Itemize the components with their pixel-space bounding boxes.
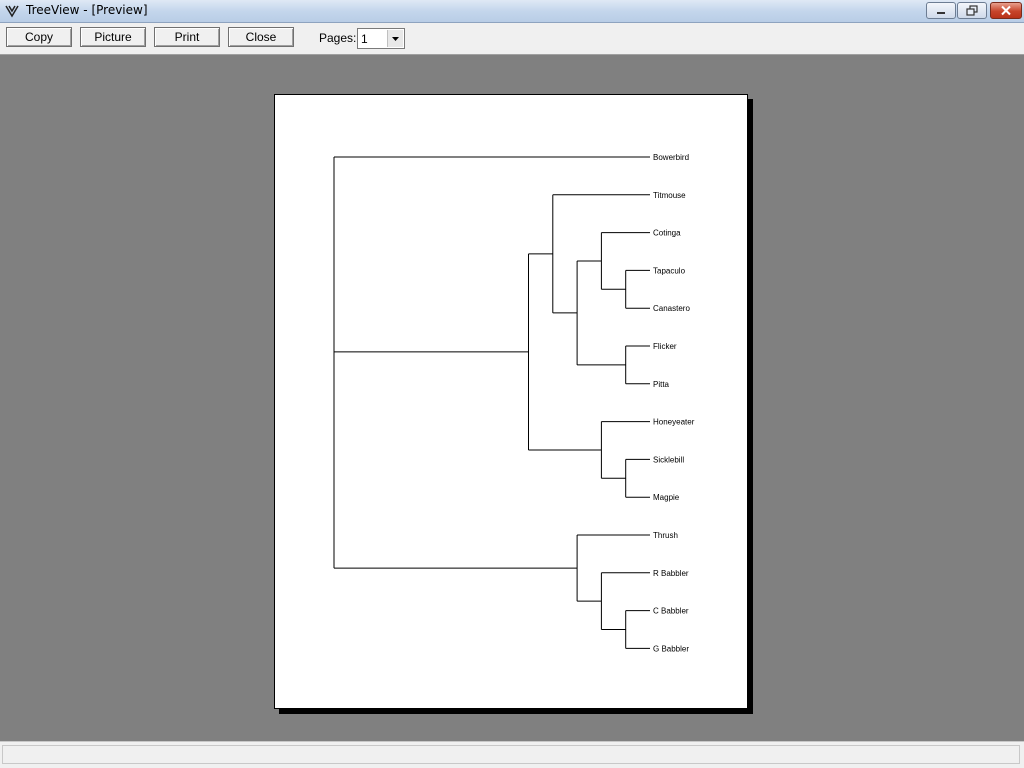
leaf-label: Flicker [653, 342, 677, 351]
minimize-icon [937, 11, 945, 14]
title-bar: TreeView - [Preview] [0, 0, 1024, 23]
leaf-label: Pitta [653, 380, 670, 389]
leaf-label: Canastero [653, 304, 690, 313]
treeview-app-icon [5, 5, 19, 18]
leaf-label: Cotinga [653, 229, 681, 238]
leaf-label: Bowerbird [653, 153, 689, 162]
chevron-down-icon [392, 36, 399, 41]
toolbar: Copy Picture Print Close Pages: 1 [0, 23, 1024, 55]
picture-button[interactable]: Picture [80, 27, 146, 47]
pages-value: 1 [361, 32, 368, 46]
leaf-label: Honeyeater [653, 418, 695, 427]
leaf-label: G Babbler [653, 644, 689, 653]
leaf-label: Thrush [653, 531, 678, 540]
leaf-label: Magpie [653, 493, 680, 502]
status-bar [0, 741, 1024, 768]
preview-page: Bowerbird Titmouse Cotinga Tapaculo Canaster… [274, 94, 748, 709]
close-button[interactable]: Close [228, 27, 294, 47]
leaf-label: Tapaculo [653, 266, 686, 275]
pages-label: Pages: [319, 31, 357, 45]
print-button[interactable]: Print [154, 27, 220, 47]
restore-icon [966, 5, 978, 16]
leaf-label: Titmouse [653, 191, 686, 200]
leaf-label: Sicklebill [653, 455, 684, 464]
phylogenetic-tree: Bowerbird Titmouse Cotinga Tapaculo Canaster… [333, 153, 695, 653]
leaf-label: C Babbler [653, 607, 689, 616]
window-close-button[interactable] [990, 2, 1022, 19]
pages-dropdown[interactable]: 1 [357, 28, 405, 49]
dropdown-arrow-button[interactable] [387, 30, 403, 47]
status-panel [2, 745, 1020, 764]
leaf-label: R Babbler [653, 569, 689, 578]
restore-button[interactable] [957, 2, 987, 19]
close-icon [1001, 5, 1011, 16]
minimize-button[interactable] [926, 2, 956, 19]
window-title: TreeView - [Preview] [26, 3, 148, 17]
copy-button[interactable]: Copy [6, 27, 72, 47]
